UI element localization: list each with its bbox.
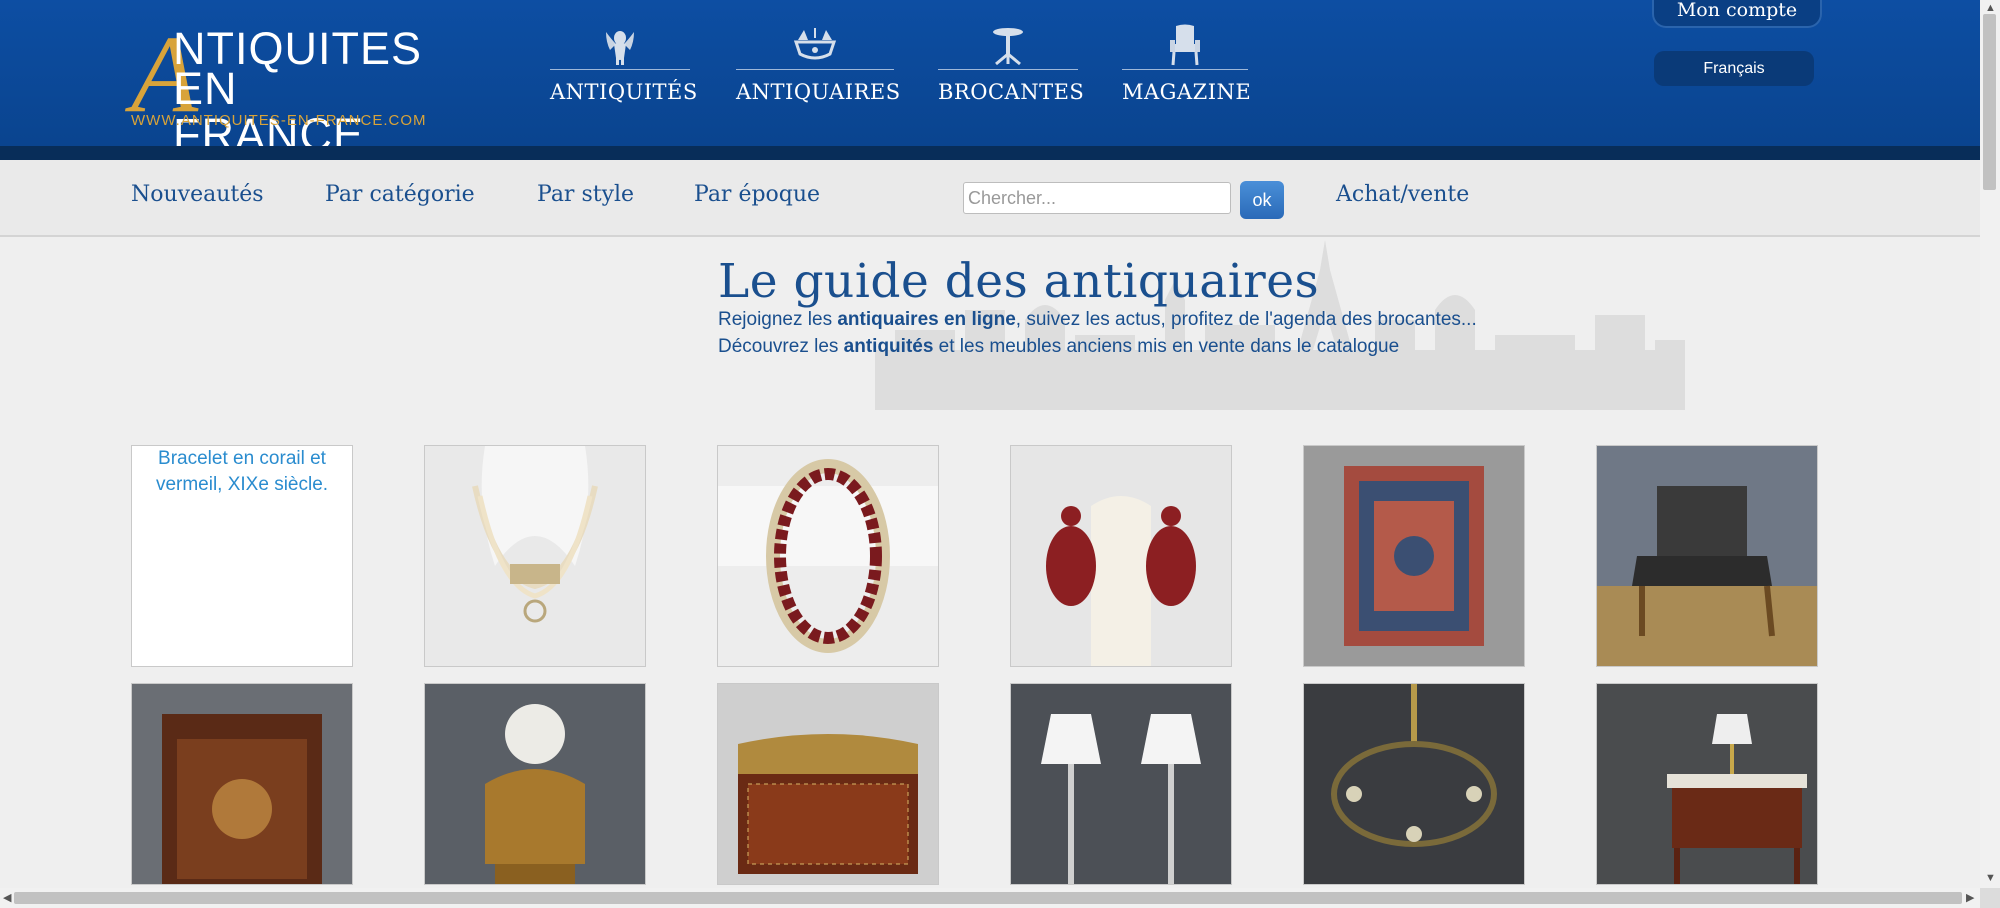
vertical-scrollbar[interactable]: ▲ ▼	[1980, 0, 2000, 888]
scroll-left-icon[interactable]: ◀	[3, 891, 11, 904]
search-input[interactable]	[963, 182, 1231, 214]
page-title: Le guide des antiquaires	[718, 254, 1320, 309]
intro-line-2: Découvrez les antiquités et les meubles …	[718, 336, 1400, 357]
search-ok-button[interactable]: ok	[1240, 181, 1284, 219]
nav-brocantes[interactable]: BROCANTES	[938, 24, 1085, 114]
product-tile-7[interactable]	[131, 683, 353, 885]
scroll-up-icon[interactable]: ▲	[1985, 2, 1996, 14]
horizontal-scroll-thumb[interactable]	[14, 892, 1962, 904]
nav-label: BROCANTES	[938, 80, 1085, 104]
site-logo[interactable]: A NTIQUITES EN FRANCE WWW.ANTIQUITES-EN-…	[131, 19, 437, 158]
product-tile-8[interactable]	[424, 683, 646, 885]
nav-label: MAGAZINE	[1122, 80, 1252, 104]
bedside-table-image	[1597, 684, 1817, 884]
bronze-bust-image	[425, 684, 645, 884]
product-tile-2[interactable]	[424, 445, 646, 667]
horizontal-scrollbar[interactable]: ◀ ▶	[0, 888, 1980, 908]
scrollbar-corner	[1980, 888, 2000, 908]
product-tile-1[interactable]: Bracelet en corail et vermeil, XIXe sièc…	[131, 445, 353, 667]
nav-label: ANTIQUITÉS	[550, 80, 698, 104]
broken-image-alt-text: Bracelet en corail et vermeil, XIXe sièc…	[155, 448, 329, 495]
chandelier-icon	[736, 24, 894, 66]
language-selector[interactable]: Français	[1654, 51, 1814, 86]
pearl-necklace-image	[425, 446, 645, 666]
subnav-par-style[interactable]: Par style	[537, 182, 634, 207]
product-tile-3[interactable]	[717, 445, 939, 667]
vertical-scroll-thumb[interactable]	[1983, 14, 1996, 190]
cherub-icon	[550, 24, 690, 66]
product-tile-5[interactable]	[1303, 445, 1525, 667]
link-antiquaires-en-ligne[interactable]: antiquaires en ligne	[837, 309, 1015, 330]
nav-divider	[938, 69, 1078, 70]
site-header: A NTIQUITES EN FRANCE WWW.ANTIQUITES-EN-…	[0, 0, 1980, 158]
garnet-ring-image	[718, 446, 938, 666]
nav-label: ANTIQUAIRES	[736, 80, 901, 104]
subnav-nouveautes[interactable]: Nouveautés	[131, 182, 264, 207]
subnav-par-categorie[interactable]: Par catégorie	[325, 182, 475, 207]
marquetry-cabinet-image	[132, 684, 352, 884]
inlaid-box-image	[718, 684, 938, 884]
nav-antiquites[interactable]: ANTIQUITÉS	[550, 24, 698, 114]
account-button[interactable]: Mon compte	[1652, 0, 1822, 28]
chandelier-image	[1304, 684, 1524, 884]
nav-magazine[interactable]: MAGAZINE	[1122, 24, 1252, 114]
header-band	[0, 146, 1980, 160]
product-tile-12[interactable]	[1596, 683, 1818, 885]
nav-divider	[1122, 69, 1248, 70]
nav-divider	[550, 69, 690, 70]
secondary-nav: Nouveautés Par catégorie Par style Par é…	[0, 160, 1980, 237]
armchair-image	[1597, 446, 1817, 666]
product-tile-11[interactable]	[1303, 683, 1525, 885]
product-tile-9[interactable]	[717, 683, 939, 885]
product-tile-6[interactable]	[1596, 445, 1818, 667]
intro-line-1: Rejoignez les antiquaires en ligne, suiv…	[718, 309, 1477, 330]
scroll-down-icon[interactable]: ▼	[1985, 872, 1996, 884]
pair-of-lamps-image	[1011, 684, 1231, 884]
subnav-achat-vente[interactable]: Achat/vente	[1336, 182, 1469, 207]
nav-antiquaires[interactable]: ANTIQUAIRES	[736, 24, 901, 114]
link-antiquites[interactable]: antiquités	[844, 336, 934, 357]
product-tile-4[interactable]	[1010, 445, 1232, 667]
subnav-par-epoque[interactable]: Par époque	[694, 182, 820, 207]
nav-divider	[736, 69, 894, 70]
armchair-icon	[1122, 24, 1248, 66]
product-tile-10[interactable]	[1010, 683, 1232, 885]
persian-rug-image	[1304, 446, 1524, 666]
logo-url: WWW.ANTIQUITES-EN-FRANCE.COM	[131, 112, 427, 129]
garnet-earrings-image	[1011, 446, 1231, 666]
scroll-right-icon[interactable]: ▶	[1966, 891, 1974, 904]
gueridon-table-icon	[938, 24, 1078, 66]
